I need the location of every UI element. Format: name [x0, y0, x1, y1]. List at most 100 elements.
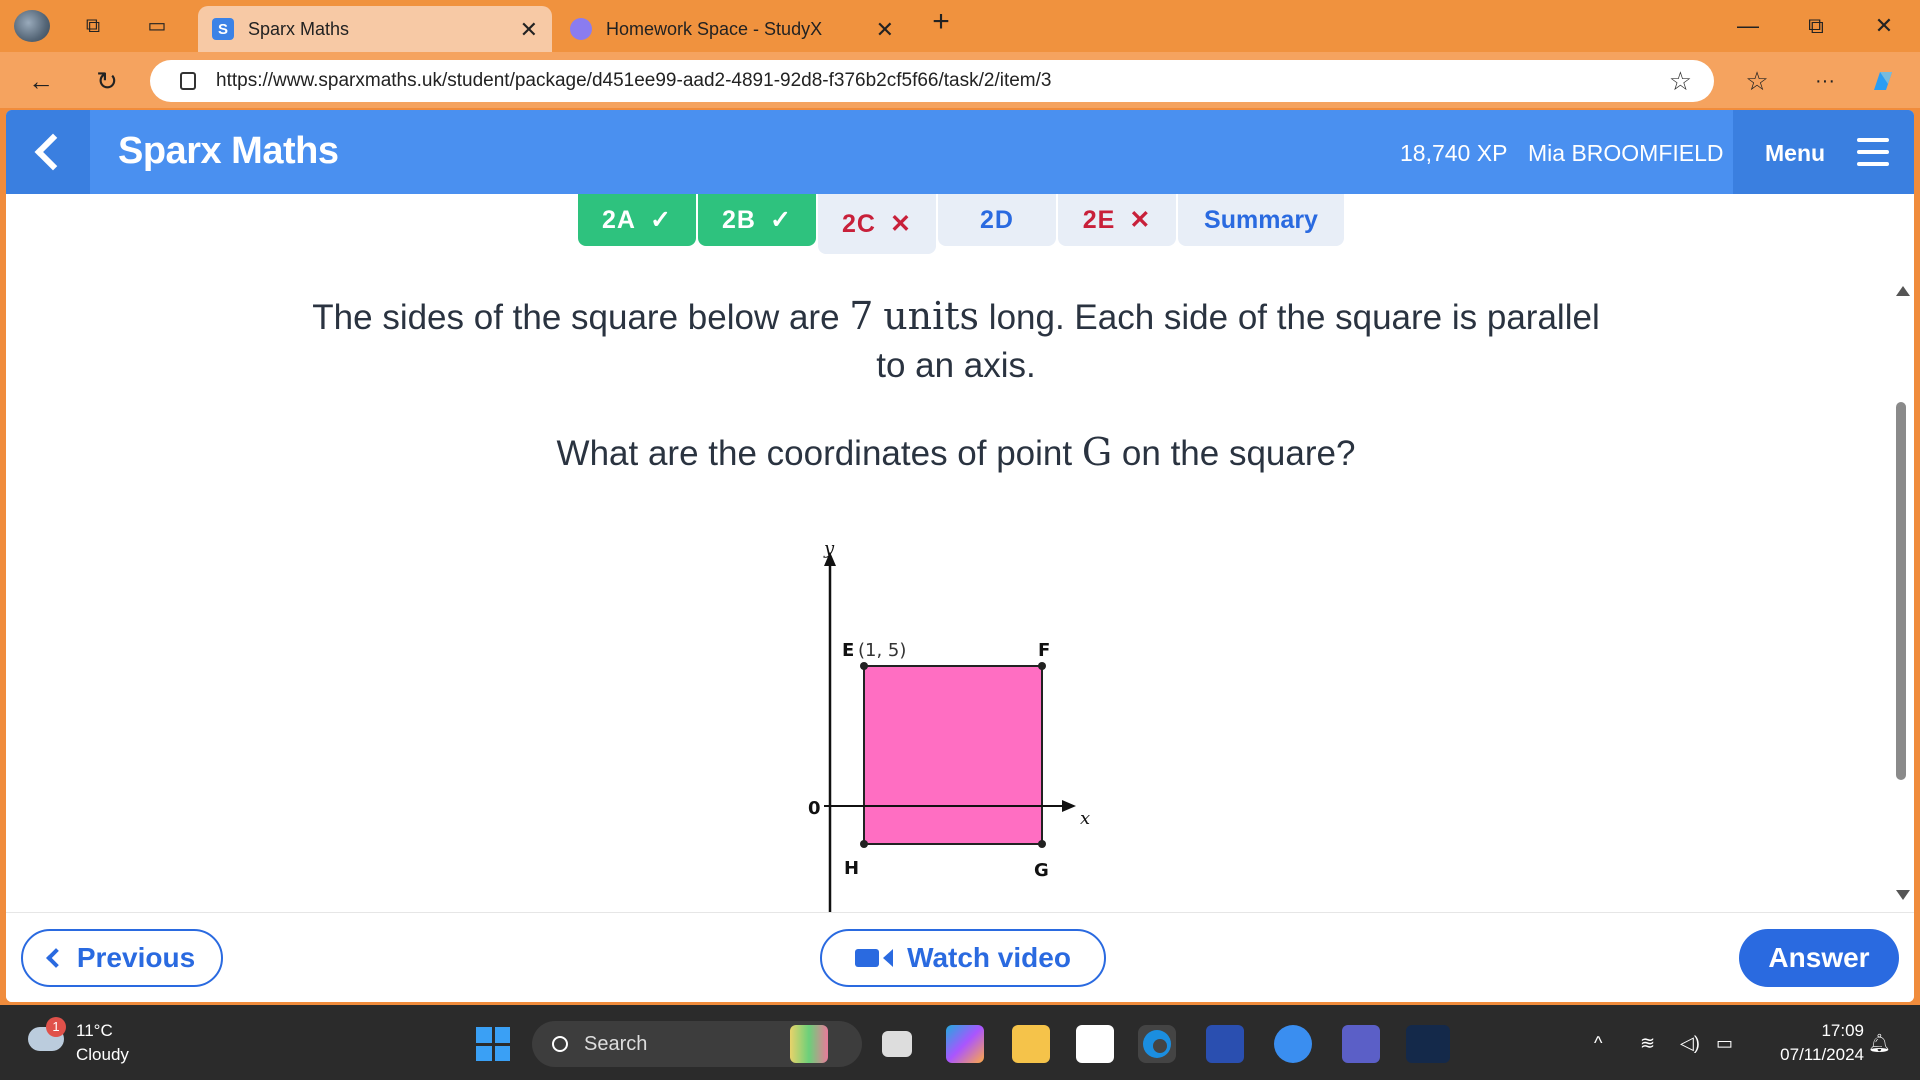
- studyx-favicon: [570, 18, 592, 40]
- refresh-icon[interactable]: ↻: [90, 64, 124, 98]
- search-placeholder: Search: [584, 1032, 648, 1055]
- task-tab-summary[interactable]: Summary: [1178, 194, 1344, 246]
- question-text: The sides of the square below are 7 unit…: [312, 294, 1600, 385]
- watch-video-button[interactable]: Watch video: [820, 929, 1106, 987]
- help-icon[interactable]: [1274, 1025, 1312, 1063]
- windows-start-icon[interactable]: [476, 1027, 510, 1061]
- taskbar-clock[interactable]: 17:09 07/11/2024: [1752, 1019, 1864, 1067]
- wifi-icon[interactable]: ≋: [1640, 1033, 1655, 1054]
- side-length: 7: [849, 294, 874, 338]
- origin-label: 0: [808, 798, 821, 819]
- task-tab-2e[interactable]: 2E ✕: [1058, 194, 1176, 246]
- close-window-icon[interactable]: ✕: [1864, 10, 1904, 42]
- vertex-e: [860, 662, 868, 670]
- more-icon[interactable]: ···: [1808, 64, 1842, 98]
- answer-button[interactable]: Answer: [1739, 929, 1899, 987]
- myhp-icon[interactable]: [1206, 1025, 1244, 1063]
- tab-title: Homework Space - StudyX: [606, 18, 823, 39]
- close-tab-icon[interactable]: ✕: [520, 17, 538, 43]
- label-h: H: [844, 858, 859, 879]
- watch-video-label: Watch video: [907, 942, 1071, 973]
- file-explorer-icon[interactable]: [1012, 1025, 1050, 1063]
- cross-icon: ✕: [1129, 206, 1152, 234]
- lock-icon: [180, 72, 196, 90]
- task-tab-2b[interactable]: 2B ✓: [698, 194, 816, 246]
- weather-condition: Cloudy: [76, 1045, 129, 1064]
- previous-label: Previous: [76, 942, 196, 973]
- menu-button[interactable]: Menu: [1733, 110, 1914, 194]
- task-view-icon[interactable]: [882, 1031, 912, 1057]
- back-button[interactable]: [6, 110, 90, 194]
- app-header: Sparx Maths 18,740 XP Mia BROOMFIELD Men…: [6, 110, 1914, 194]
- favorite-star-icon[interactable]: ☆: [1669, 66, 1692, 97]
- notifications-bell-icon[interactable]: 🔔︎: [1868, 1033, 1891, 1054]
- task-tab-label: 2B: [722, 205, 756, 234]
- workspaces-icon[interactable]: ⧉: [80, 14, 106, 38]
- chevron-left-icon: [34, 133, 72, 171]
- os-taskbar: 1 11°C Cloudy Search ^ ≋ ◁) ▭ 17:09 07/1…: [0, 1005, 1920, 1080]
- chevron-left-icon: [45, 948, 66, 968]
- profile-avatar[interactable]: [14, 10, 50, 42]
- microsoft-store-icon[interactable]: [1076, 1025, 1114, 1063]
- x-axis-arrow: [1062, 800, 1076, 812]
- copilot-app-icon[interactable]: [946, 1025, 984, 1063]
- temperature: 11°C: [76, 1021, 113, 1040]
- favorites-icon[interactable]: ☆: [1740, 64, 1774, 98]
- task-tab-label: 2D: [980, 205, 1014, 234]
- question-prompt: What are the coordinates of point G on t…: [556, 430, 1356, 474]
- new-tab-icon[interactable]: +: [928, 7, 954, 37]
- scrollbar-thumb[interactable]: [1896, 402, 1906, 780]
- teams-icon[interactable]: [1342, 1025, 1380, 1063]
- previous-button[interactable]: Previous: [21, 929, 223, 987]
- minimize-icon[interactable]: —: [1728, 10, 1768, 42]
- task-tab-label: 2E: [1082, 205, 1116, 234]
- restore-icon[interactable]: ⧉: [1796, 10, 1836, 42]
- scroll-down-arrow[interactable]: [1896, 890, 1910, 900]
- label-e-coordinates: (1, 5): [858, 640, 906, 661]
- scroll-up-arrow[interactable]: [1896, 286, 1910, 296]
- address-bar[interactable]: https://www.sparxmaths.uk/student/packag…: [150, 60, 1714, 102]
- copilot-icon[interactable]: [1866, 64, 1900, 98]
- point-name: G: [1081, 430, 1113, 474]
- task-tab-2c[interactable]: 2C ✕: [818, 194, 936, 254]
- date: 07/11/2024: [1780, 1045, 1864, 1064]
- task-tab-2a[interactable]: 2A ✓: [578, 194, 696, 246]
- page-content: Sparx Maths 18,740 XP Mia BROOMFIELD Men…: [6, 110, 1914, 1002]
- task-tab-label: 2C: [842, 209, 876, 238]
- hamburger-icon: [1857, 138, 1889, 166]
- brand-title: Sparx Maths: [118, 130, 339, 172]
- answer-label: Answer: [1768, 942, 1870, 973]
- tab-studyx[interactable]: Homework Space - StudyX ✕: [556, 6, 908, 52]
- bottom-action-bar: Previous Watch video Answer: [6, 912, 1914, 1002]
- close-tab-icon[interactable]: ✕: [876, 17, 894, 43]
- vertex-f: [1038, 662, 1046, 670]
- task-tab-label: 2A: [602, 205, 636, 234]
- vertex-h: [860, 840, 868, 848]
- label-f: F: [1038, 640, 1050, 661]
- search-icon: [552, 1036, 568, 1052]
- browser-navbar: ← ↻ https://www.sparxmaths.uk/student/pa…: [0, 52, 1920, 108]
- disney-plus-icon[interactable]: [1406, 1025, 1450, 1063]
- widgets-icon[interactable]: [790, 1025, 828, 1063]
- unit-label: units: [883, 294, 980, 338]
- show-hidden-icons-chevron[interactable]: ^: [1594, 1033, 1602, 1054]
- task-tab-label: Summary: [1204, 205, 1318, 234]
- tab-sparx-maths[interactable]: S Sparx Maths ✕: [198, 6, 552, 52]
- label-g: G: [1034, 860, 1049, 881]
- volume-icon[interactable]: ◁): [1680, 1033, 1700, 1054]
- task-tab-2d[interactable]: 2D: [938, 194, 1056, 246]
- video-camera-icon: [855, 949, 880, 967]
- menu-label: Menu: [1765, 140, 1826, 166]
- y-axis-label: y: [823, 540, 835, 559]
- tab-actions-icon[interactable]: ▭: [144, 14, 170, 38]
- user-name: Mia BROOMFIELD: [1528, 140, 1724, 166]
- time: 17:09: [1821, 1021, 1864, 1040]
- back-arrow-icon[interactable]: ←: [24, 64, 58, 98]
- cross-icon: ✕: [890, 210, 912, 238]
- battery-icon[interactable]: ▭: [1716, 1033, 1733, 1054]
- edge-browser-icon[interactable]: [1138, 1025, 1176, 1063]
- browser-titlebar: ⧉ ▭ S Sparx Maths ✕ Homework Space - Stu…: [0, 0, 1920, 52]
- vertex-g: [1038, 840, 1046, 848]
- check-icon: ✓: [650, 206, 672, 234]
- url-text: https://www.sparxmaths.uk/student/packag…: [216, 70, 1052, 91]
